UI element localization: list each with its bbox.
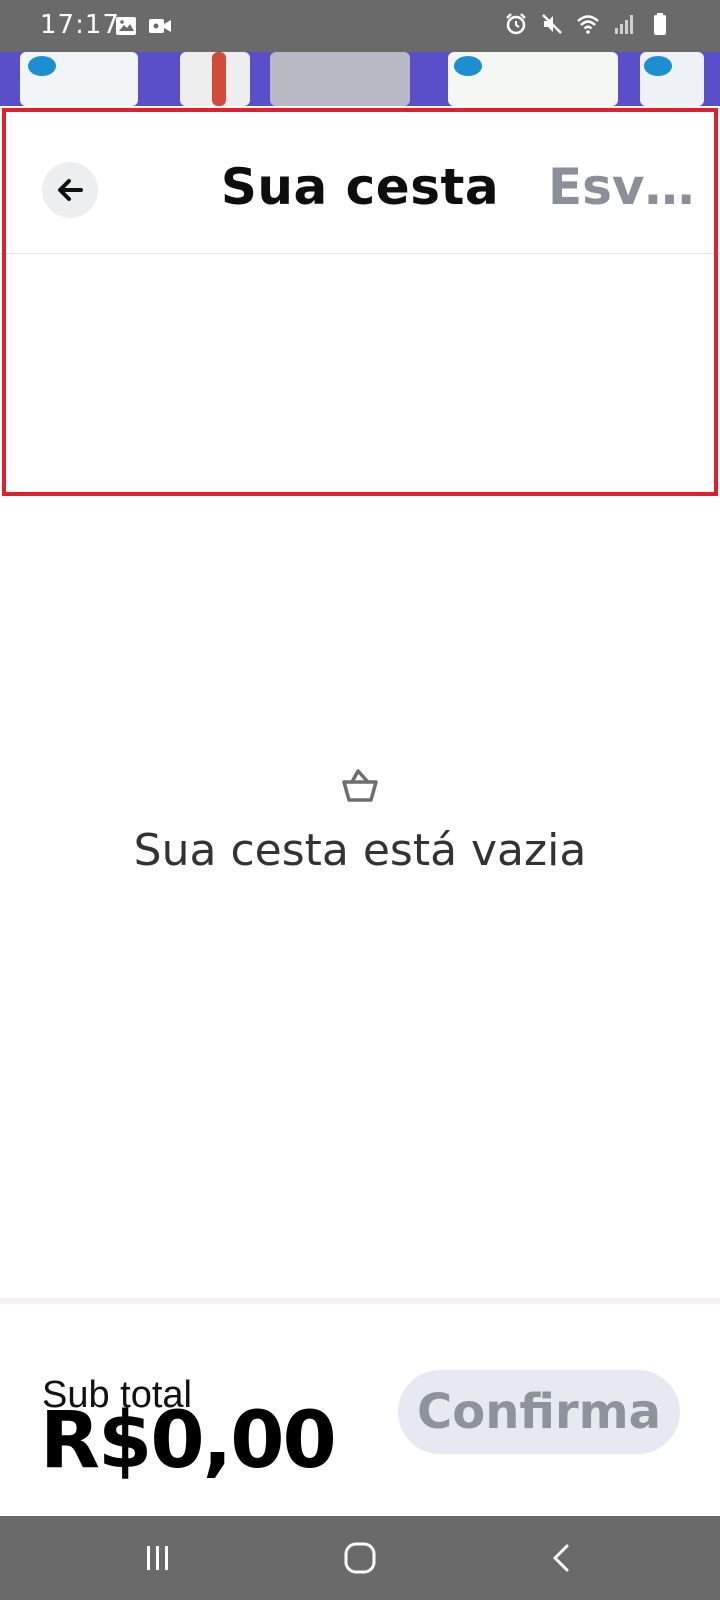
basket-footer: Sub total R$0,00 Confirma — [0, 1298, 720, 1516]
recent-apps-icon — [147, 1546, 168, 1570]
banner-product-image — [20, 52, 138, 106]
nav-back-button[interactable] — [540, 1536, 584, 1580]
banner-product-image — [270, 52, 410, 106]
recent-apps-button[interactable] — [136, 1536, 180, 1580]
back-icon — [553, 1544, 569, 1572]
home-button[interactable] — [338, 1536, 382, 1580]
home-icon — [344, 1542, 376, 1574]
basket-header: Sua cesta Esvaziar — [0, 106, 720, 254]
signal-icon — [615, 15, 633, 34]
store-banner-background — [0, 52, 720, 106]
video-camera-icon — [149, 19, 171, 33]
alarm-icon — [506, 13, 526, 35]
wifi-icon — [577, 15, 599, 34]
subtotal-value: R$0,00 — [40, 1396, 337, 1486]
empty-state: Sua cesta está vazia — [0, 766, 720, 876]
status-right-icons — [504, 12, 672, 36]
status-time: 17:17 — [40, 10, 120, 40]
battery-icon — [654, 13, 666, 35]
confirm-button[interactable]: Confirma — [398, 1370, 680, 1454]
gallery-icon — [116, 17, 136, 35]
basket-icon — [342, 769, 378, 802]
status-left-icons — [114, 14, 172, 38]
banner-product-image — [448, 52, 618, 106]
system-nav-bar — [0, 1516, 720, 1600]
clear-basket-button[interactable]: Esvaziar — [548, 158, 716, 216]
banner-product-image — [640, 52, 704, 106]
banner-product-image — [212, 52, 226, 106]
mute-icon — [542, 14, 562, 34]
status-bar: 17:17 — [0, 0, 720, 52]
empty-message: Sua cesta está vazia — [133, 825, 587, 876]
